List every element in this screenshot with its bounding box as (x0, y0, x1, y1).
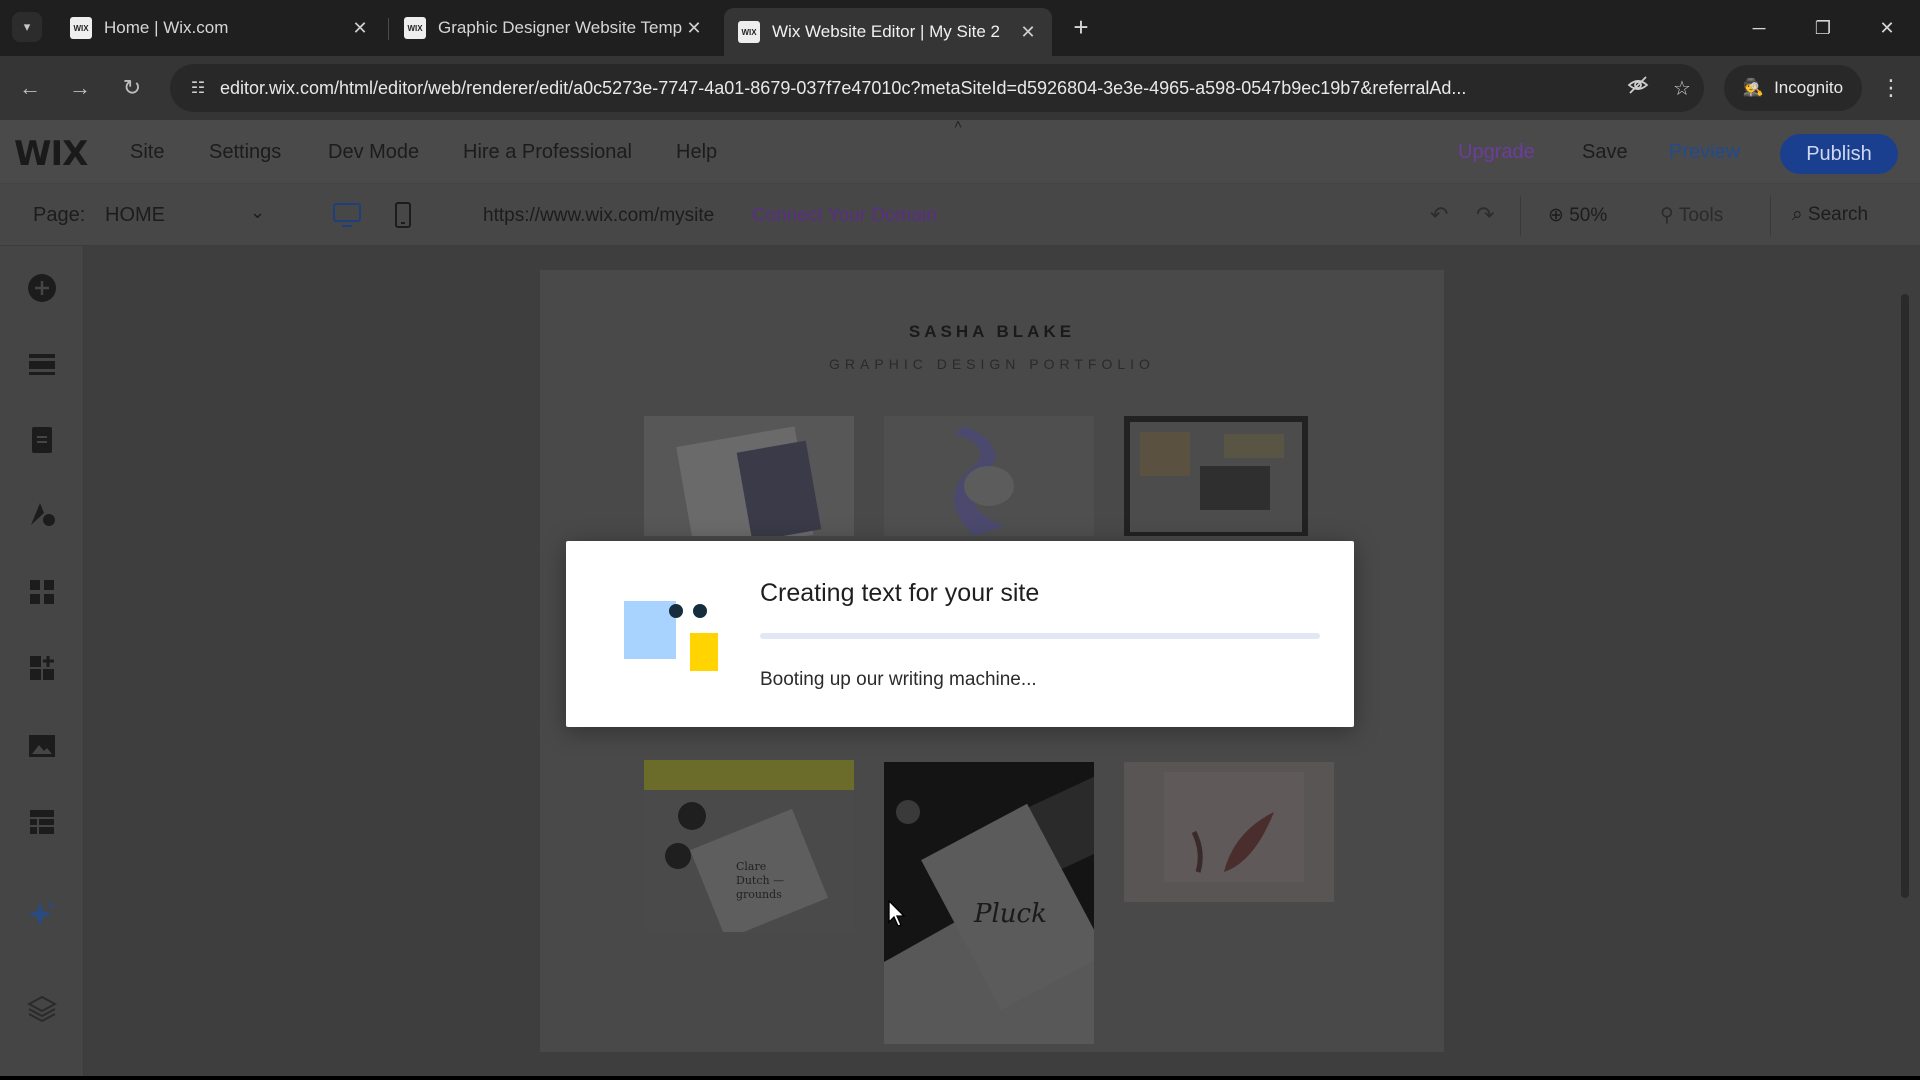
search-label: Search (1807, 204, 1869, 225)
tab-search-dropdown-icon[interactable]: ▾ (12, 12, 42, 42)
creating-text-dialog: Creating text for your site Booting up o… (566, 541, 1354, 727)
media-icon[interactable] (26, 730, 58, 762)
redo-icon[interactable]: ↷ (1476, 202, 1494, 228)
portfolio-image-sculpture[interactable] (884, 416, 1094, 536)
cms-icon[interactable] (26, 806, 58, 838)
upgrade-button[interactable]: Upgrade (1458, 141, 1535, 164)
page-selector[interactable]: HOME (105, 204, 165, 227)
portfolio-image-stationery[interactable]: Pluck (884, 762, 1094, 1044)
incognito-icon: 🕵 (1742, 78, 1765, 97)
design-icon[interactable] (26, 498, 58, 530)
browser-tab-bar: ▾ WIX Home | Wix.com ✕ WIX Graphic Desig… (0, 0, 1920, 56)
mobile-view-icon[interactable] (386, 199, 420, 231)
layers-icon[interactable] (26, 992, 58, 1024)
portfolio-image-book[interactable] (644, 416, 854, 536)
page-label: Page: (33, 204, 86, 226)
eye-off-icon[interactable] (1616, 74, 1660, 102)
menu-settings[interactable]: Settings (209, 141, 281, 164)
close-tab-icon[interactable]: ✕ (1018, 22, 1038, 43)
zoom-control[interactable]: ⊕ 50% (1548, 204, 1607, 227)
undo-icon[interactable]: ↶ (1430, 202, 1448, 228)
save-button[interactable]: Save (1582, 141, 1628, 164)
tab-title: Wix Website Editor | My Site 2 (772, 22, 1000, 41)
restore-icon[interactable]: ❐ (1798, 8, 1848, 48)
tools-icon: ⚲ (1660, 205, 1679, 226)
canvas-scrollbar[interactable] (1898, 272, 1912, 1042)
divider (1520, 196, 1521, 236)
incognito-indicator[interactable]: 🕵 Incognito (1724, 65, 1862, 111)
browser-tab-home[interactable]: WIX Home | Wix.com ✕ (56, 8, 384, 48)
scrollbar-thumb[interactable] (1901, 294, 1909, 898)
wix-favicon-icon: WIX (738, 21, 760, 43)
svg-text:Dutch —: Dutch — (736, 874, 784, 887)
ai-sparkle-icon[interactable] (26, 898, 58, 930)
browser-tab-template[interactable]: WIX Graphic Designer Website Temp ✕ (390, 8, 718, 48)
browser-tab-editor[interactable]: WIX Wix Website Editor | My Site 2 ✕ (724, 8, 1052, 56)
svg-text:Clare: Clare (736, 860, 766, 873)
site-title[interactable]: SASHA BLAKE (540, 322, 1444, 342)
wix-logo[interactable]: WIX (14, 134, 88, 174)
mouse-cursor-icon (888, 899, 906, 933)
menu-dev-mode[interactable]: Dev Mode (328, 141, 419, 164)
search-icon: ⌕ (1792, 204, 1808, 225)
window-bottom-edge (0, 1076, 1920, 1080)
editor-top-bar: WIX Site Settings Dev Mode Hire a Profes… (0, 116, 1920, 184)
writing-machine-illustration-icon (620, 593, 720, 683)
close-tab-icon[interactable]: ✕ (684, 18, 704, 39)
desktop-view-icon[interactable] (330, 199, 364, 231)
tools-label: Tools (1678, 205, 1724, 226)
tab-title: Home | Wix.com (104, 18, 229, 37)
add-icon[interactable] (26, 272, 58, 304)
menu-help[interactable]: Help (676, 141, 717, 164)
editor-page-bar: Page: HOME ⌄ https://www.wix.com/mysite … (0, 184, 1920, 246)
site-info-icon[interactable]: ☷ (176, 78, 220, 98)
wix-favicon-icon: WIX (70, 17, 92, 39)
menu-site[interactable]: Site (130, 141, 164, 164)
incognito-label: Incognito (1774, 78, 1844, 97)
preview-button[interactable]: Preview (1669, 141, 1740, 164)
new-tab-plus-icon[interactable]: + (1066, 12, 1096, 42)
zoom-icon: ⊕ (1548, 205, 1570, 226)
chevron-down-icon[interactable]: ⌄ (250, 202, 265, 223)
editor-left-toolbar (0, 246, 84, 1080)
forward-arrow-icon[interactable]: → (62, 70, 98, 106)
portfolio-image-leaf[interactable] (1124, 762, 1334, 902)
progress-bar (760, 633, 1320, 639)
pages-icon[interactable] (26, 424, 58, 456)
search-button[interactable]: ⌕ Search (1792, 204, 1868, 226)
publish-button[interactable]: Publish (1780, 134, 1898, 174)
wix-favicon-icon: WIX (404, 17, 426, 39)
browser-address-bar: ← → ↻ ☷ editor.wix.com/html/editor/web/r… (0, 56, 1920, 120)
url-field[interactable]: ☷ editor.wix.com/html/editor/web/rendere… (170, 64, 1704, 112)
reload-icon[interactable]: ↻ (114, 70, 150, 106)
svg-text:grounds: grounds (736, 888, 782, 901)
close-window-icon[interactable]: ✕ (1862, 8, 1912, 48)
svg-text:Pluck: Pluck (973, 899, 1047, 929)
tab-title: Graphic Designer Website Temp (438, 18, 683, 37)
business-apps-icon[interactable] (26, 652, 58, 684)
apps-icon[interactable] (26, 576, 58, 608)
zoom-value: 50% (1569, 205, 1608, 226)
close-tab-icon[interactable]: ✕ (350, 18, 370, 39)
portfolio-image-monitor[interactable] (1124, 416, 1308, 536)
chevron-up-icon[interactable]: ˄ (954, 116, 962, 132)
sections-icon[interactable] (26, 348, 58, 380)
site-address: https://www.wix.com/mysite (483, 205, 715, 226)
minimize-icon[interactable]: ─ (1734, 8, 1784, 48)
divider (1770, 196, 1771, 236)
site-subtitle[interactable]: GRAPHIC DESIGN PORTFOLIO (540, 356, 1444, 372)
browser-menu-icon[interactable]: ⋮ (1876, 70, 1906, 106)
dialog-title: Creating text for your site (760, 579, 1040, 607)
url-text: editor.wix.com/html/editor/web/renderer/… (220, 77, 1467, 98)
menu-hire-a-professional[interactable]: Hire a Professional (463, 141, 632, 164)
tab-separator (388, 18, 389, 40)
connect-domain-link[interactable]: Connect Your Domain (752, 205, 937, 227)
tools-button[interactable]: ⚲ Tools (1660, 204, 1723, 227)
bookmark-star-icon[interactable]: ☆ (1660, 76, 1704, 101)
portfolio-image-cards[interactable]: Clare Dutch — grounds (644, 790, 854, 932)
dialog-status-text: Booting up our writing machine... (760, 669, 1037, 690)
back-arrow-icon[interactable]: ← (12, 70, 48, 106)
